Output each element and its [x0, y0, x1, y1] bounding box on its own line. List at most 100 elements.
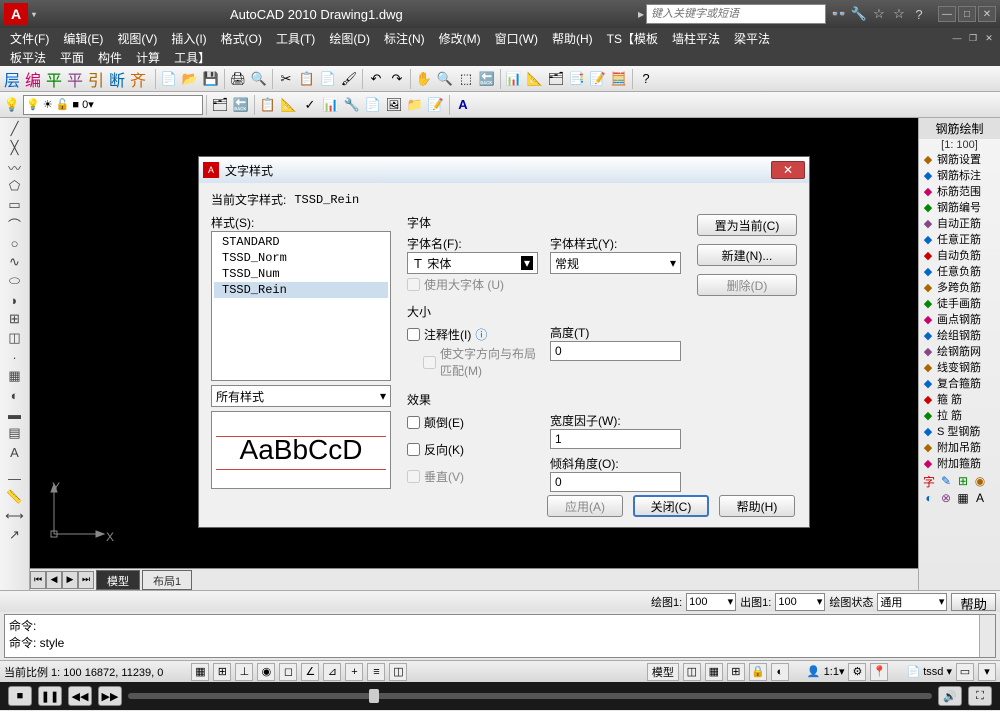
minimize-button[interactable]: — [938, 6, 956, 22]
block-icon[interactable]: ◫ [4, 329, 26, 347]
tab-prev-button[interactable]: ◀ [46, 571, 62, 589]
help-dialog-button[interactable]: 帮助(H) [719, 495, 795, 517]
otrack-icon[interactable]: ∠ [301, 663, 319, 681]
width-input[interactable] [550, 429, 681, 449]
copy-icon[interactable]: 📋 [297, 69, 317, 89]
redo-icon[interactable]: ↷ [387, 69, 407, 89]
info-icon[interactable]: ⓘ [475, 326, 487, 343]
menu-insert[interactable]: 插入(I) [165, 30, 212, 47]
paste-icon[interactable]: 📄 [318, 69, 338, 89]
menu-tools[interactable]: 工具(T) [270, 30, 321, 47]
layer-icon[interactable]: 💡 [2, 95, 22, 115]
ducs-icon[interactable]: ⊿ [323, 663, 341, 681]
sb-i2[interactable]: ▦ [705, 663, 723, 681]
menu-help[interactable]: 帮助(H) [546, 30, 599, 47]
set-current-button[interactable]: 置为当前(C) [697, 214, 797, 236]
props-icon[interactable]: 📊 [504, 69, 524, 89]
undo-icon[interactable]: ↶ [366, 69, 386, 89]
menu-dimension[interactable]: 标注(N) [378, 30, 431, 47]
leader-icon[interactable]: ↗ [4, 526, 26, 544]
tool-palette-icon[interactable]: 🗂 [546, 69, 566, 89]
cmd-scrollbar[interactable] [979, 615, 995, 657]
rp-item[interactable]: ◆绘组钢筋 [919, 327, 1000, 343]
rp-item[interactable]: ◆钢筋标注 [919, 167, 1000, 183]
ellipse-arc-icon[interactable]: ◗ [4, 291, 26, 309]
style-item[interactable]: TSSD_Num [214, 266, 388, 282]
draw-scale-combo[interactable]: 100▾ [686, 593, 736, 611]
doc-restore-button[interactable]: ❐ [966, 31, 980, 45]
scale-display[interactable]: 👤 1:1▾ [807, 665, 845, 678]
command-line[interactable]: 命令: 命令: style [4, 614, 996, 658]
rp-grid-icon[interactable]: ▦ [955, 490, 971, 506]
binoculars-icon[interactable]: 👓 [830, 5, 848, 23]
cn-btn-6[interactable]: 断 [107, 69, 127, 89]
fullscreen-button[interactable]: ⛶ [968, 686, 992, 706]
rp-item[interactable]: ◆多跨负筋 [919, 279, 1000, 295]
font-style-combo[interactable]: 常规▾ [550, 252, 681, 274]
menu-modify[interactable]: 修改(M) [433, 30, 487, 47]
upside-checkbox[interactable] [407, 416, 420, 429]
cn-btn-3[interactable]: 平 [44, 69, 64, 89]
rp-item[interactable]: ◆拉 筋 [919, 407, 1000, 423]
menu-plan[interactable]: 平面 [54, 49, 90, 66]
menu-format[interactable]: 格式(O) [215, 30, 268, 47]
sb-i8[interactable]: ▭ [956, 663, 974, 681]
backwards-checkbox[interactable] [407, 443, 420, 456]
ortho-icon[interactable]: ⊥ [235, 663, 253, 681]
prev-button[interactable]: ◀◀ [68, 686, 92, 706]
volume-button[interactable]: 🔊 [938, 686, 962, 706]
lwt-icon[interactable]: ≡ [367, 663, 385, 681]
cn-btn-5[interactable]: 引 [86, 69, 106, 89]
menu-ts[interactable]: TS【模板 [601, 30, 664, 47]
ellipse-icon[interactable]: ⬭ [4, 272, 26, 290]
tab-model[interactable]: 模型 [96, 570, 140, 590]
sb-i7[interactable]: 📍 [870, 663, 888, 681]
doc-minimize-button[interactable]: — [950, 31, 964, 45]
t3-icon[interactable]: ✓ [300, 95, 320, 115]
maximize-button[interactable]: □ [958, 6, 976, 22]
rp-item[interactable]: ◆自动负筋 [919, 247, 1000, 263]
menu-draw[interactable]: 绘图(D) [323, 30, 376, 47]
rp-item[interactable]: ◆复合箍筋 [919, 375, 1000, 391]
menu-file[interactable]: 文件(F) [4, 30, 55, 47]
new-button[interactable]: 新建(N)... [697, 244, 797, 266]
doc-close-button[interactable]: ✕ [982, 31, 996, 45]
t2-icon[interactable]: 📐 [279, 95, 299, 115]
menu-calc[interactable]: 计算 [130, 49, 166, 66]
sb-i5[interactable]: ◐ [771, 663, 789, 681]
mtext-icon[interactable]: A [4, 443, 26, 461]
rp-item[interactable]: ◆线变钢筋 [919, 359, 1000, 375]
zoom-prev-icon[interactable]: 🔙 [477, 69, 497, 89]
rp-grid-icon[interactable]: 字 [921, 473, 937, 489]
t9-icon[interactable]: 📝 [426, 95, 446, 115]
arc-icon[interactable]: ⌒ [4, 215, 26, 233]
wrench-icon[interactable]: 🔧 [850, 5, 868, 23]
dialog-close-button[interactable]: ✕ [771, 161, 805, 179]
line-icon[interactable]: ╱ [4, 120, 26, 138]
font-name-combo[interactable]: Ｔ 宋体▾ [407, 252, 538, 274]
zoom-icon[interactable]: 🔍 [435, 69, 455, 89]
app-logo[interactable]: A [4, 3, 28, 25]
pan-icon[interactable]: ✋ [414, 69, 434, 89]
help2-icon[interactable]: ? [636, 69, 656, 89]
plot-scale-combo[interactable]: 100▾ [775, 593, 825, 611]
calc-icon[interactable]: 🧮 [609, 69, 629, 89]
style-item[interactable]: TSSD_Norm [214, 250, 388, 266]
qp-icon[interactable]: ◫ [389, 663, 407, 681]
measure-icon[interactable]: 📏 [4, 488, 26, 506]
open-icon[interactable]: 📂 [180, 69, 200, 89]
dyn-icon[interactable]: + [345, 663, 363, 681]
search-input[interactable] [646, 4, 826, 24]
grid-icon[interactable]: ⊞ [213, 663, 231, 681]
tab-next-button[interactable]: ▶ [62, 571, 78, 589]
pause-button[interactable]: ❚❚ [38, 686, 62, 706]
cn-btn-2[interactable]: 编 [23, 69, 43, 89]
rp-item[interactable]: ◆绘钢筋网 [919, 343, 1000, 359]
sb-i9[interactable]: ▾ [978, 663, 996, 681]
annotative-checkbox[interactable] [407, 328, 420, 341]
star-icon[interactable]: ☆ [890, 5, 908, 23]
spline-icon[interactable]: ∿ [4, 253, 26, 271]
save-icon[interactable]: 💾 [201, 69, 221, 89]
gradient-icon[interactable]: ◐ [4, 386, 26, 404]
style-item[interactable]: STANDARD [214, 234, 388, 250]
